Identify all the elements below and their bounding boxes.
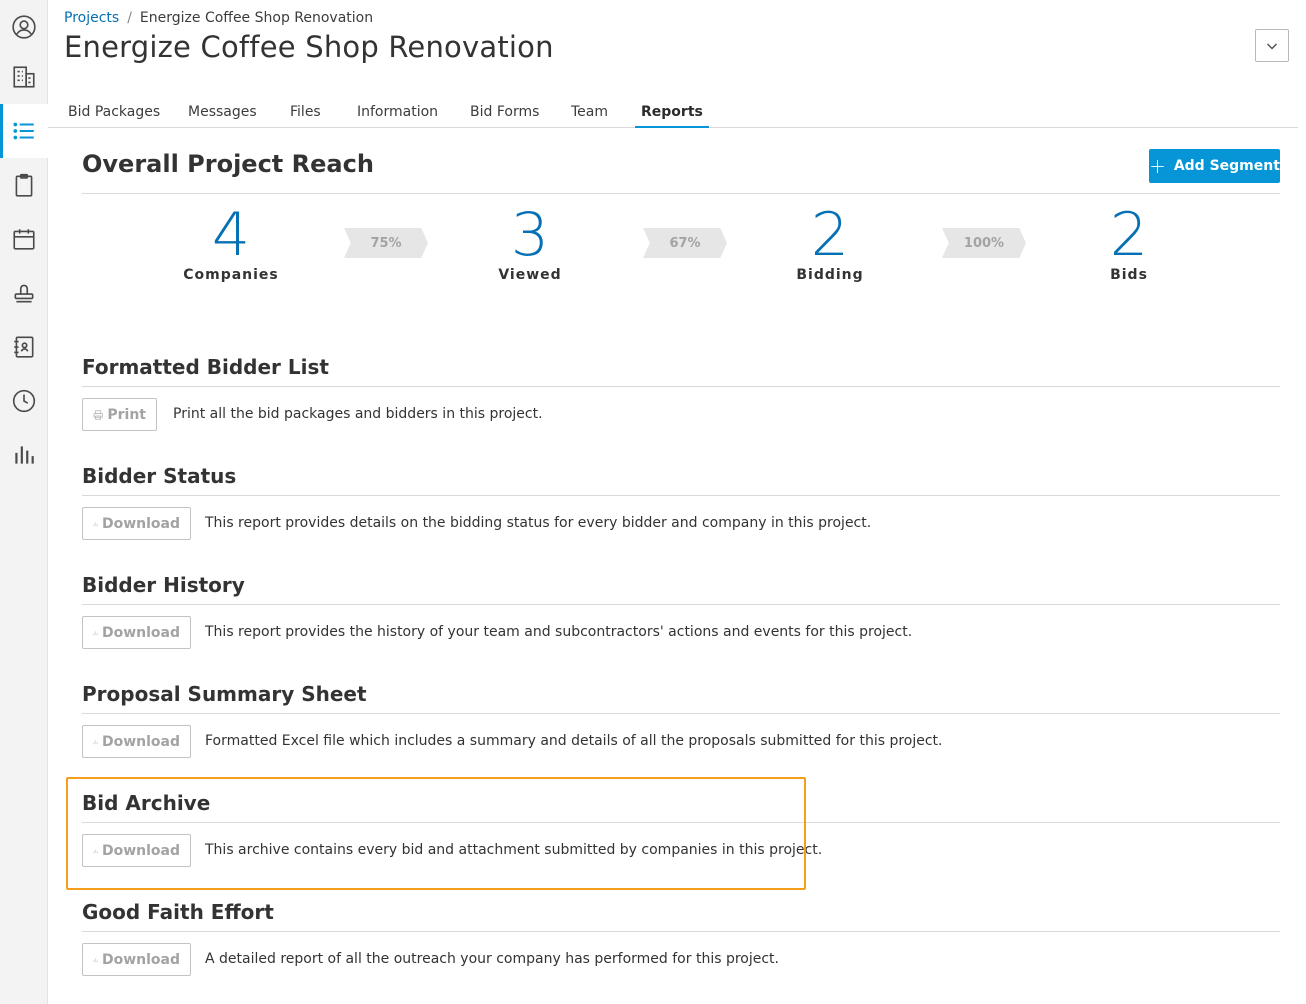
tab-reports[interactable]: Reports <box>635 98 709 128</box>
tab-files[interactable]: Files <box>286 98 325 128</box>
building-icon <box>13 66 35 88</box>
stat-value: 2 <box>1109 200 1149 270</box>
sidebar-item-history[interactable] <box>0 374 48 428</box>
breadcrumb-separator: / <box>127 10 132 26</box>
stat-bidding: 2 Bidding <box>750 205 910 283</box>
sidebar-item-projects[interactable] <box>0 104 48 158</box>
stat-bids: 2 Bids <box>1049 205 1209 283</box>
project-actions-dropdown[interactable] <box>1255 29 1289 62</box>
stamp-icon <box>14 284 34 303</box>
plus-icon: + <box>1149 154 1166 178</box>
download-button[interactable]: Download <box>82 943 191 976</box>
stat-label: Bids <box>1110 267 1148 283</box>
section-divider <box>82 604 1280 605</box>
download-button[interactable]: Download <box>82 616 191 649</box>
print-button[interactable]: Print <box>82 398 157 431</box>
list-icon <box>13 122 34 140</box>
tab-bid-forms[interactable]: Bid Forms <box>466 98 543 128</box>
download-icon <box>93 630 98 635</box>
user-circle-icon <box>12 15 36 39</box>
download-icon <box>93 521 98 526</box>
section-divider <box>82 713 1280 714</box>
stat-value: 3 <box>510 200 550 270</box>
download-button[interactable]: Download <box>82 725 191 758</box>
report-description: Formatted Excel file which includes a su… <box>205 733 943 749</box>
sidebar-item-companies[interactable] <box>0 50 48 104</box>
sidebar-item-clipboard[interactable] <box>0 158 48 212</box>
add-segment-button[interactable]: + Add Segment <box>1149 149 1280 183</box>
download-button-label: Download <box>101 515 180 532</box>
report-proposal-summary-sheet: Proposal Summary Sheet Download Formatte… <box>82 682 1280 758</box>
report-formatted-bidder-list: Formatted Bidder List Print Print all th… <box>82 355 1280 431</box>
page-title: Energize Coffee Shop Renovation <box>64 30 554 64</box>
stat-label: Viewed <box>498 267 562 283</box>
stat-label: Companies <box>183 267 279 283</box>
report-description: Print all the bid packages and bidders i… <box>173 406 543 422</box>
section-divider <box>82 495 1280 496</box>
chevron-down-icon <box>1266 42 1278 50</box>
add-segment-label: Add Segment <box>1173 158 1280 174</box>
report-description: A detailed report of all the outreach yo… <box>205 951 779 967</box>
bar-chart-icon <box>15 446 34 464</box>
conversion-rate: 67% <box>643 228 727 258</box>
download-icon <box>93 739 98 744</box>
download-button-label: Download <box>101 624 180 641</box>
printer-icon <box>93 409 103 420</box>
sidebar-item-stamp[interactable] <box>0 266 48 320</box>
address-book-icon <box>14 336 34 358</box>
download-button-label: Download <box>101 733 180 750</box>
breadcrumb-current: Energize Coffee Shop Renovation <box>139 10 374 26</box>
stat-value: 4 <box>211 200 251 270</box>
left-sidebar <box>0 0 48 1004</box>
report-title: Bidder Status <box>82 464 237 488</box>
report-bidder-status: Bidder Status Download This report provi… <box>82 464 1280 540</box>
breadcrumb-projects-link[interactable]: Projects <box>64 10 119 26</box>
conversion-rate: 100% <box>942 228 1026 258</box>
bid-archive-highlight <box>66 777 806 890</box>
project-tabs: Bid Packages Messages Files Information … <box>48 98 1298 128</box>
report-description: This report provides the history of your… <box>205 624 913 640</box>
tab-messages[interactable]: Messages <box>184 98 261 128</box>
reach-title: Overall Project Reach <box>82 150 374 178</box>
sidebar-item-analytics[interactable] <box>0 428 48 482</box>
tab-bid-packages[interactable]: Bid Packages <box>64 98 164 128</box>
download-button[interactable]: Download <box>82 507 191 540</box>
tab-team[interactable]: Team <box>567 98 612 128</box>
stat-value: 2 <box>810 200 850 270</box>
report-title: Good Faith Effort <box>82 900 274 924</box>
report-title: Proposal Summary Sheet <box>82 682 367 706</box>
sidebar-item-profile[interactable] <box>0 0 48 54</box>
stat-label: Bidding <box>796 267 864 283</box>
stat-companies: 4 Companies <box>151 205 311 283</box>
sidebar-item-directory[interactable] <box>0 320 48 374</box>
report-title: Bidder History <box>82 573 245 597</box>
report-bidder-history: Bidder History Download This report prov… <box>82 573 1280 649</box>
section-divider <box>82 386 1280 387</box>
clipboard-icon <box>15 173 33 197</box>
download-button-label: Download <box>101 951 180 968</box>
report-title: Formatted Bidder List <box>82 355 329 379</box>
report-description: This report provides details on the bidd… <box>205 515 872 531</box>
breadcrumb: Projects / Energize Coffee Shop Renovation <box>64 10 373 26</box>
conversion-rate: 75% <box>344 228 428 258</box>
section-divider <box>82 931 1280 932</box>
print-button-label: Print <box>107 406 146 423</box>
reach-divider <box>82 193 1280 194</box>
tab-information[interactable]: Information <box>353 98 442 128</box>
calendar-icon <box>13 229 35 250</box>
download-icon <box>93 957 98 962</box>
report-good-faith-effort: Good Faith Effort Download A detailed re… <box>82 900 1280 976</box>
stat-viewed: 3 Viewed <box>450 205 610 283</box>
clock-icon <box>12 389 36 413</box>
sidebar-item-calendar[interactable] <box>0 212 48 266</box>
